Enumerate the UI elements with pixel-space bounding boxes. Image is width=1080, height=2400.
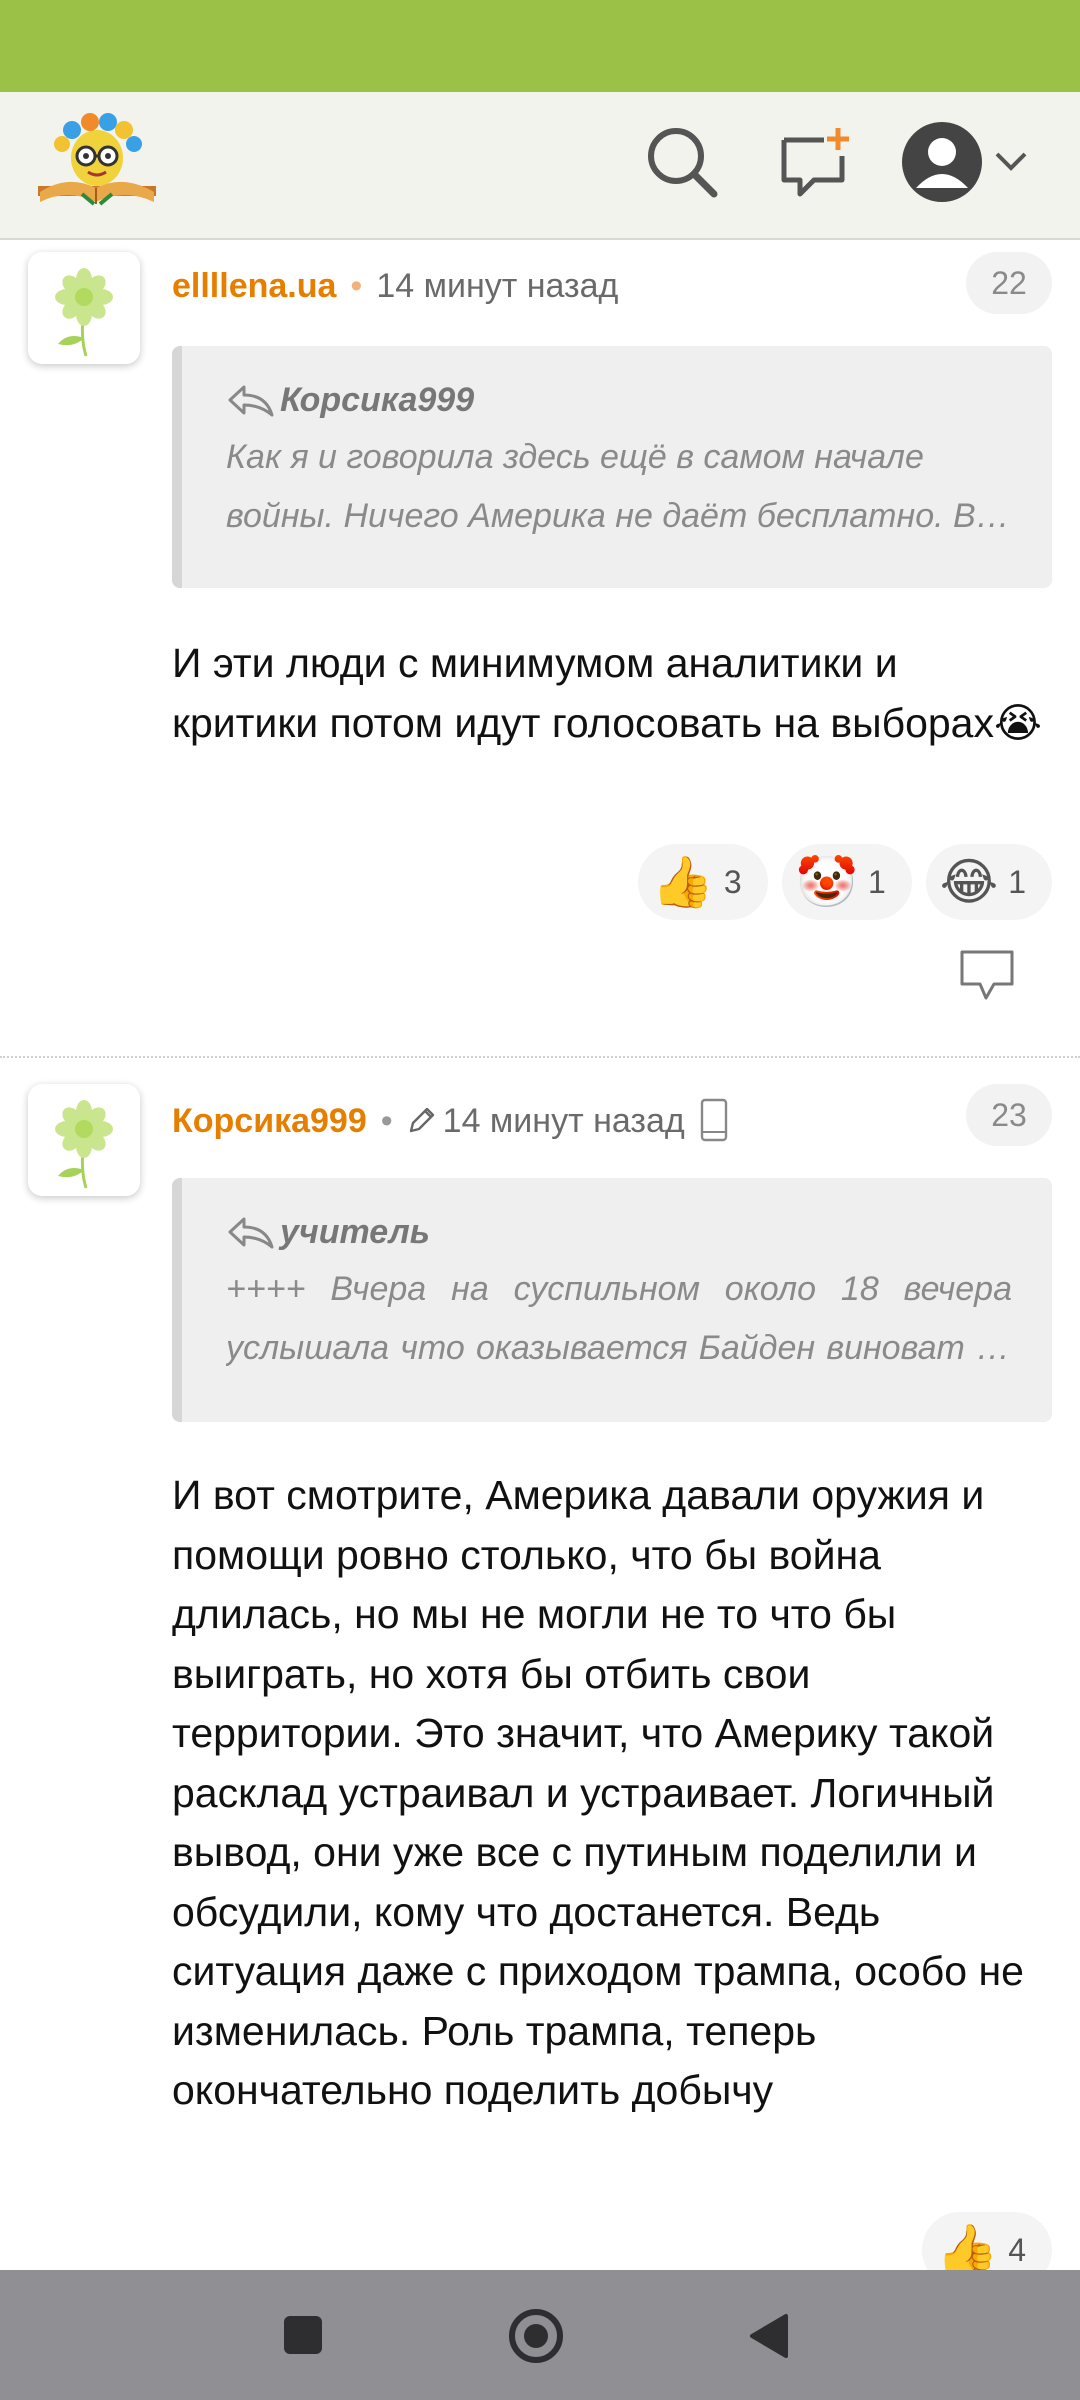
separator-dot: • <box>380 1102 393 1140</box>
reply-bubble-icon[interactable] <box>958 948 1016 1004</box>
quoted-reply[interactable]: учитель ++++ Вчера на суспильном около 1… <box>172 1178 1052 1422</box>
quoted-text: ++++ Вчера на суспильном около 18 вечера… <box>226 1270 1012 1367</box>
reactions-bar: 👍 3 🤡 1 😂 1 <box>637 844 1052 920</box>
user-avatar[interactable] <box>28 252 140 364</box>
quoted-text: Как я и говорила здесь ещё в самом начал… <box>226 438 1012 535</box>
system-nav-bar <box>0 2270 1080 2400</box>
reaction-laugh[interactable]: 😂 1 <box>925 844 1052 920</box>
home-icon[interactable] <box>508 2308 564 2364</box>
separator-dot: • <box>350 267 363 305</box>
comment-author[interactable]: Корсика999 <box>172 1102 367 1140</box>
laughing-tears-icon: 😂 <box>939 853 999 911</box>
reply-arrow-icon <box>228 385 274 417</box>
logo-icon[interactable] <box>34 108 160 212</box>
status-bar <box>0 0 1080 92</box>
reaction-clown[interactable]: 🤡 1 <box>781 844 912 920</box>
quoted-author: учитель <box>280 1213 430 1251</box>
quoted-reply[interactable]: Корсика999 Как я и говорила здесь ещё в … <box>172 346 1052 588</box>
profile-avatar-icon[interactable] <box>900 120 984 204</box>
comment-body: И эти люди с минимумом аналитики и крити… <box>172 640 1042 746</box>
flower-avatar-icon <box>55 1100 113 1189</box>
reaction-count: 4 <box>1008 2231 1026 2268</box>
recent-apps-icon[interactable] <box>282 2314 324 2356</box>
mobile-device-icon <box>700 1098 727 1142</box>
pencil-icon <box>409 1107 434 1133</box>
comment-author[interactable]: ellllena.ua <box>172 267 336 305</box>
flower-avatar-icon <box>55 268 113 357</box>
search-icon[interactable] <box>644 124 720 200</box>
comment-time: 14 минут назад <box>442 1102 685 1140</box>
quoted-author: Корсика999 <box>280 381 475 419</box>
reaction-count: 1 <box>1008 863 1026 900</box>
clown-icon: 🤡 <box>795 853 858 911</box>
thumbs-up-icon: 👍 <box>651 853 714 911</box>
comment-meta: Корсика999 • 14 минут назад <box>172 1098 729 1142</box>
comment-number-badge[interactable]: 22 <box>966 252 1052 314</box>
back-icon[interactable] <box>746 2312 790 2360</box>
reply-arrow-icon <box>228 1217 274 1249</box>
reaction-count: 3 <box>723 863 742 900</box>
reaction-count: 1 <box>867 863 886 900</box>
chevron-down-icon[interactable] <box>994 150 1028 172</box>
comment-body: И вот смотрите, Америка давали оружия и … <box>172 1472 1024 2113</box>
comment-number-badge[interactable]: 23 <box>966 1084 1052 1146</box>
comment-divider <box>0 1056 1080 1058</box>
new-message-icon[interactable] <box>778 126 854 200</box>
user-avatar[interactable] <box>28 1084 140 1196</box>
reaction-thumbs-up[interactable]: 👍 3 <box>637 844 768 920</box>
comment-time: 14 минут назад <box>376 267 619 305</box>
comment-meta: ellllena.ua • 14 минут назад <box>172 266 618 306</box>
